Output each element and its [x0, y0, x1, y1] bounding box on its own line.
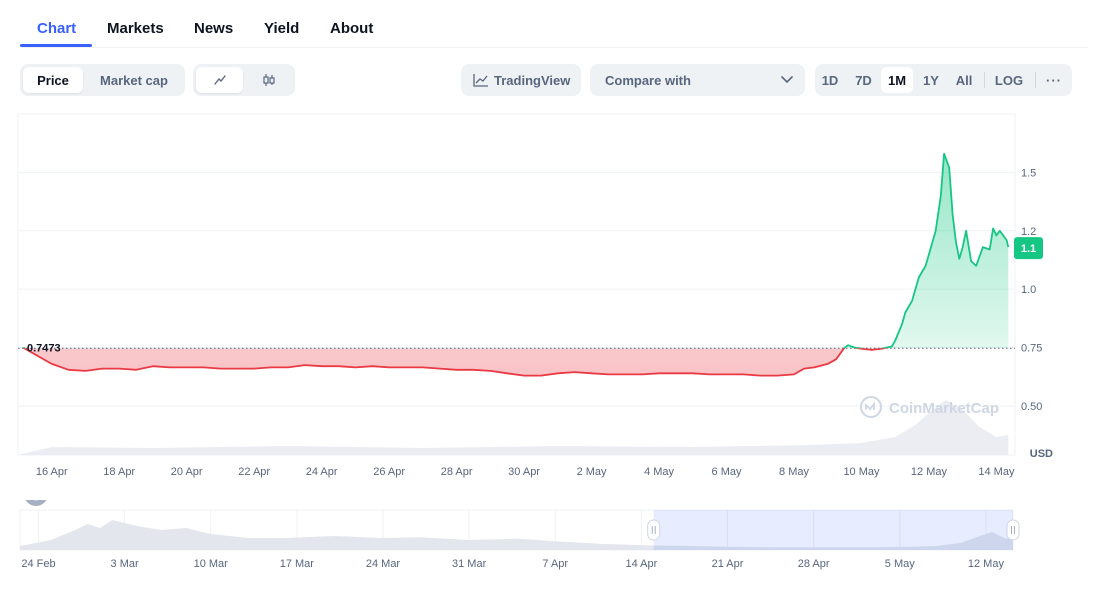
- range-1m[interactable]: 1M: [881, 67, 913, 93]
- navigator-tick-label: 5 May: [885, 558, 915, 570]
- price-fill-below: [23, 348, 1009, 376]
- navigator-tick-label: 24 Mar: [366, 558, 401, 570]
- x-tick-label: 20 Apr: [171, 466, 203, 478]
- range-7d[interactable]: 7D: [850, 67, 877, 93]
- tab-news[interactable]: News: [194, 20, 233, 37]
- navigator-tick-label: 10 Mar: [194, 558, 229, 570]
- coinmarketcap-watermark: CoinMarketCap: [860, 396, 999, 418]
- price-fill-above: [23, 153, 1009, 349]
- baseline-label: 0.7473: [27, 343, 61, 355]
- range-divider: [1035, 72, 1036, 88]
- y-tick-label: 0.75: [1021, 343, 1042, 355]
- compare-with-select[interactable]: Compare with: [590, 64, 805, 96]
- x-tick-label: 4 May: [644, 466, 674, 478]
- y-tick-label: 1.0: [1021, 284, 1036, 296]
- price-fill: [23, 153, 1009, 376]
- navigator-tick-label: 28 Apr: [798, 558, 830, 570]
- x-tick-label: 16 Apr: [36, 466, 68, 478]
- range-1d[interactable]: 1D: [818, 67, 842, 93]
- x-tick-label: 18 Apr: [103, 466, 135, 478]
- compare-with-label: Compare with: [605, 72, 691, 88]
- navigator-series: [19, 509, 1020, 551]
- navigator-handle[interactable]: [1006, 519, 1020, 541]
- x-tick-label: 8 May: [779, 466, 809, 478]
- x-tick-label: 2 May: [577, 466, 607, 478]
- tab-about[interactable]: About: [330, 20, 373, 37]
- navigator-tick-label: 14 Apr: [625, 558, 657, 570]
- navigator-tick-label: 12 May: [968, 558, 1005, 570]
- x-tick-label: 28 Apr: [441, 466, 473, 478]
- x-tick-label: 14 May: [978, 466, 1015, 478]
- active-tab-indicator: [20, 44, 92, 47]
- chart-type-toggle: [193, 64, 295, 96]
- history-button-bg: [24, 482, 48, 506]
- x-tick-label: 24 Apr: [306, 466, 338, 478]
- navigator-tick-label: 3 Mar: [111, 558, 139, 570]
- x-tick-label: 10 May: [843, 466, 880, 478]
- axis-labels: 0.50 0.75 1.0 1.2 1.5 USD 16 Apr 18 Apr 20 Apr 22…: [27, 167, 1053, 478]
- price-line-below: [22, 348, 889, 377]
- tradingview-label: TradingView: [494, 72, 571, 88]
- history-button[interactable]: [24, 482, 48, 506]
- range-navigator[interactable]: 24 Feb 3 Mar 10 Mar 17 Mar 24 Mar 31 Mar 7 Apr…: [0, 482, 1093, 598]
- price-chart-svg: 0.50 0.75 1.0 1.2 1.5 USD 16 Apr 18 Apr 20 Apr 22…: [17, 113, 1053, 478]
- navigator-handle[interactable]: [647, 519, 661, 541]
- current-price-label: 1.1: [1021, 243, 1036, 255]
- x-tick-label: 6 May: [712, 466, 742, 478]
- x-tick-label: 12 May: [911, 466, 948, 478]
- navigator-tick-label: 7 Apr: [542, 558, 568, 570]
- navigator-axis: 24 Feb 3 Mar 10 Mar 17 Mar 24 Mar 31 Mar 7 Apr…: [21, 558, 1004, 570]
- navigator-svg: 24 Feb 3 Mar 10 Mar 17 Mar 24 Mar 31 Mar 7 Apr…: [19, 482, 1020, 570]
- y-tick-label: 1.2: [1021, 226, 1036, 238]
- navigator-tick-label: 24 Feb: [21, 558, 55, 570]
- price-line-group: [18, 152, 1015, 377]
- x-tick-label: 26 Apr: [373, 466, 405, 478]
- navigator-tick-label: 21 Apr: [712, 558, 744, 570]
- y-tick-label: 1.5: [1021, 167, 1036, 179]
- tab-markets[interactable]: Markets: [107, 20, 164, 37]
- price-button[interactable]: Price: [23, 67, 83, 93]
- price-line-above: [22, 152, 1010, 349]
- line-chart-icon: [213, 75, 226, 85]
- navigator-tick-label: 17 Mar: [280, 558, 315, 570]
- candlestick-button[interactable]: [246, 67, 292, 93]
- tab-chart[interactable]: Chart: [37, 20, 76, 37]
- time-range-selector: 1D 7D 1M 1Y All LOG ···: [815, 64, 1072, 96]
- candlestick-icon: [263, 74, 275, 86]
- chevron-down-icon: [781, 76, 793, 84]
- x-tick-label: 30 Apr: [508, 466, 540, 478]
- tab-yield[interactable]: Yield: [264, 20, 299, 37]
- tab-bar: Chart Markets News Yield About: [20, 0, 1088, 48]
- log-scale-button[interactable]: LOG: [989, 67, 1029, 93]
- volume-area: [18, 400, 1009, 455]
- coinmarketcap-logo-mark: [865, 401, 875, 411]
- volume-bars: [18, 400, 1009, 455]
- range-1y[interactable]: 1Y: [918, 67, 944, 93]
- y-tick-label: 0.50: [1021, 401, 1042, 413]
- line-chart-button[interactable]: [196, 67, 243, 93]
- tradingview-button[interactable]: TradingView: [461, 64, 581, 96]
- more-options-button[interactable]: ···: [1040, 67, 1068, 93]
- navigator-tick-label: 31 Mar: [452, 558, 487, 570]
- currency-label: USD: [1030, 448, 1053, 460]
- price-marketcap-toggle: Price Market cap: [20, 64, 185, 96]
- x-tick-label: 22 Apr: [238, 466, 270, 478]
- navigator-selection[interactable]: [653, 510, 1013, 550]
- market-cap-button[interactable]: Market cap: [88, 67, 180, 93]
- range-divider: [984, 72, 985, 88]
- chart-toolbar: Price Market cap TradingView Compare wit…: [20, 64, 1072, 96]
- watermark-text: CoinMarketCap: [889, 400, 999, 417]
- price-chart[interactable]: 0.50 0.75 1.0 1.2 1.5 USD 16 Apr 18 Apr 20 Apr 22…: [0, 100, 1093, 500]
- tradingview-icon: [473, 74, 488, 87]
- range-all[interactable]: All: [950, 67, 978, 93]
